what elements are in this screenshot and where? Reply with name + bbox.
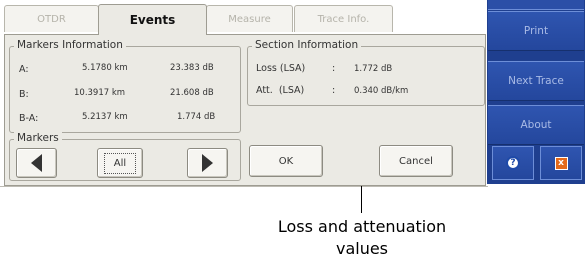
close-button[interactable]: x — [540, 146, 582, 180]
about-label: About — [520, 119, 552, 131]
marker-value: 1.774 dB — [177, 112, 216, 122]
tab-otdr[interactable]: OTDR — [4, 5, 99, 32]
marker-label: B: — [19, 89, 29, 100]
marker-label: B-A: — [19, 113, 39, 124]
section-information-title: Section Information — [252, 39, 362, 51]
all-markers-button[interactable]: All — [97, 148, 143, 178]
close-icon: x — [554, 156, 568, 170]
tab-events[interactable]: Events — [98, 4, 207, 35]
markers-information-title: Markers Information — [14, 39, 126, 51]
markers-title: Markers — [14, 132, 62, 144]
window-bottom-rule — [0, 186, 488, 187]
section-separator: : — [332, 63, 336, 74]
markers-information-group: Markers Information A: 5.1780 km 23.383 … — [9, 39, 241, 133]
tab-measure-label: Measure — [228, 13, 271, 25]
marker-label: A: — [19, 64, 29, 75]
print-button[interactable]: Print — [488, 11, 584, 51]
next-trace-button[interactable]: Next Trace — [488, 61, 584, 101]
callout-line-2: values — [335, 239, 389, 258]
previous-marker-button[interactable] — [16, 148, 57, 178]
markers-group: Markers All — [9, 132, 241, 181]
tab-events-label: Events — [129, 13, 176, 27]
section-label: Loss (LSA) — [256, 63, 306, 74]
section-value: 1.772 dB — [354, 64, 393, 74]
ok-button[interactable]: OK — [249, 145, 323, 177]
all-markers-label: All — [103, 152, 137, 174]
tab-trace-info[interactable]: Trace Info. — [294, 5, 393, 32]
ok-label: OK — [278, 155, 294, 167]
section-separator: : — [332, 85, 336, 96]
help-button[interactable]: ? — [492, 146, 534, 180]
sidebar-top-strip — [488, 0, 584, 10]
cancel-label: Cancel — [399, 155, 433, 167]
section-information-group: Section Information Loss (LSA) : 1.772 d… — [247, 39, 485, 106]
callout-line-1: Loss and attenuation — [277, 217, 447, 236]
tab-measure[interactable]: Measure — [206, 5, 293, 32]
cancel-button[interactable]: Cancel — [379, 145, 453, 177]
events-panel: Markers Information A: 5.1780 km 23.383 … — [4, 34, 486, 186]
arrow-right-icon — [202, 154, 213, 172]
print-label: Print — [523, 25, 549, 37]
marker-distance: 5.1780 km — [82, 63, 128, 73]
sidebar: Print Next Trace About ? x — [487, 0, 585, 184]
marker-value: 23.383 dB — [170, 63, 214, 73]
marker-distance: 10.3917 km — [74, 88, 126, 98]
marker-value: 21.608 dB — [170, 88, 214, 98]
section-label: Att. (LSA) — [256, 85, 305, 96]
marker-distance: 5.2137 km — [82, 112, 128, 122]
help-icon: ? — [506, 156, 520, 170]
about-button[interactable]: About — [488, 105, 584, 145]
tab-otdr-label: OTDR — [37, 13, 66, 25]
next-trace-label: Next Trace — [508, 75, 564, 87]
arrow-left-icon — [31, 154, 42, 172]
callout-text: Loss and attenuation values — [250, 216, 474, 260]
section-value: 0.340 dB/km — [354, 86, 409, 96]
next-marker-button[interactable] — [187, 148, 228, 178]
tab-trace-info-label: Trace Info. — [317, 13, 370, 25]
